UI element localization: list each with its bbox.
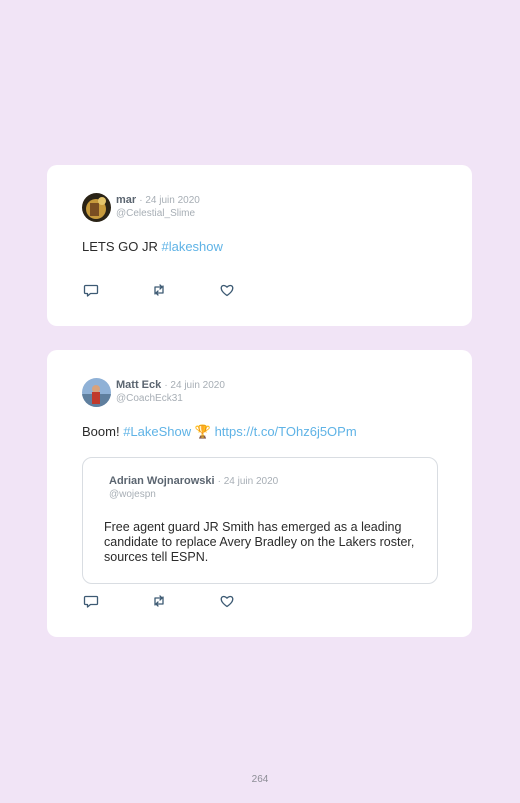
quote-text: Free agent guard JR Smith has emerged as… xyxy=(104,520,415,564)
retweet-icon[interactable] xyxy=(151,282,167,298)
retweet-icon[interactable] xyxy=(151,593,167,609)
trophy-emoji: 🏆 xyxy=(194,424,211,439)
author-handle[interactable]: @Celestial_Slime xyxy=(116,208,195,219)
tweet-body: Boom! xyxy=(82,424,124,439)
quote-date[interactable]: · 24 juin 2020 xyxy=(218,476,279,487)
reply-icon[interactable] xyxy=(83,593,99,609)
quote-author-handle[interactable]: @wojespn xyxy=(109,489,156,500)
quoted-tweet[interactable]: Adrian Wojnarowski · 24 juin 2020 @wojes… xyxy=(82,457,438,584)
heart-icon[interactable] xyxy=(219,282,235,298)
tweet-card: Matt Eck · 24 juin 2020 @CoachEck31 Boom… xyxy=(47,350,472,637)
author-handle[interactable]: @CoachEck31 xyxy=(116,393,183,404)
reply-icon[interactable] xyxy=(83,282,99,298)
author-name[interactable]: mar xyxy=(116,194,136,206)
avatar[interactable] xyxy=(82,378,111,407)
tweet-text: Boom! #LakeShow 🏆 https://t.co/TOhz6j5OP… xyxy=(82,424,357,440)
tweet-actions xyxy=(83,282,253,298)
tweet-body: LETS GO JR xyxy=(82,239,162,254)
tweet-actions xyxy=(83,593,253,609)
author-line: Matt Eck · 24 juin 2020 xyxy=(116,379,225,391)
hashtag-link[interactable]: #LakeShow xyxy=(123,424,191,439)
tweet-date[interactable]: · 24 juin 2020 xyxy=(139,195,200,206)
quote-author-line: Adrian Wojnarowski · 24 juin 2020 xyxy=(109,475,278,487)
page-number: 264 xyxy=(251,774,269,785)
url-link[interactable]: https://t.co/TOhz6j5OPm xyxy=(215,424,357,439)
avatar[interactable] xyxy=(82,193,111,222)
heart-icon[interactable] xyxy=(219,593,235,609)
tweet-date[interactable]: · 24 juin 2020 xyxy=(164,380,225,391)
tweet-card: mar · 24 juin 2020 @Celestial_Slime LETS… xyxy=(47,165,472,326)
author-name[interactable]: Matt Eck xyxy=(116,379,161,391)
quote-author-name[interactable]: Adrian Wojnarowski xyxy=(109,475,215,487)
hashtag-link[interactable]: #lakeshow xyxy=(161,239,222,254)
tweet-text: LETS GO JR #lakeshow xyxy=(82,239,223,254)
author-line: mar · 24 juin 2020 xyxy=(116,194,200,206)
